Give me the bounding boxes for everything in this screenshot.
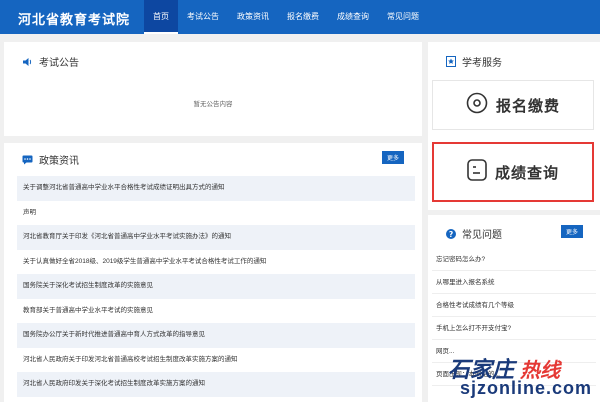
policy-title: 政策资讯: [22, 152, 79, 167]
faq-title-text: 常见问题: [462, 230, 502, 241]
announcement-title-text: 考试公告: [39, 58, 79, 69]
nav-score-query[interactable]: 成绩查询: [328, 0, 378, 34]
list-item[interactable]: 从哪里进入报名系统: [432, 271, 596, 294]
site-logo[interactable]: 河北省教育考试院: [18, 9, 130, 28]
policy-panel: 政策资讯 更多 关于调整河北省普通高中学业水平合格性考试成绩证明出具方式的通知 …: [4, 143, 422, 402]
document-icon: [467, 158, 487, 186]
faq-more-button[interactable]: 更多: [561, 225, 584, 238]
watermark-domain: sjzonline.com: [460, 378, 593, 398]
main-nav: 首页 考试公告 政策资讯 报名缴费 成绩查询 常见问题: [144, 0, 428, 34]
list-item[interactable]: 河北省教育厅关于印发《河北省普通高中学业水平考试实施办法》的通知: [17, 225, 415, 250]
list-item[interactable]: 教育部关于普通高中学业水平考试的实施意见: [17, 299, 415, 324]
nav-home[interactable]: 首页: [144, 0, 178, 34]
score-query-label: 成绩查询: [494, 164, 559, 182]
list-item[interactable]: 国务院办公厅关于新时代推进普通高中育人方式改革的指导意见: [17, 323, 415, 348]
list-item[interactable]: 河北省人民政府印发关于深化考试招生制度改革实施方案的通知: [17, 372, 415, 397]
svg-text:?: ?: [449, 229, 453, 238]
list-item[interactable]: 关于调整河北省普通高中学业水平合格性考试成绩证明出具方式的通知: [17, 176, 415, 201]
nav-registration-payment[interactable]: 报名缴费: [278, 0, 328, 34]
target-icon: [466, 92, 488, 119]
list-item[interactable]: 河北省人民政府关于印发河北省普通高校考试招生制度改革实施方案的通知: [17, 348, 415, 373]
announcement-title: 考试公告: [22, 54, 79, 69]
service-panel: 学考服务 报名缴费 成绩查询: [428, 42, 600, 210]
speaker-icon: [22, 57, 33, 67]
registration-payment-button[interactable]: 报名缴费: [432, 80, 594, 130]
service-title: 学考服务: [446, 54, 502, 69]
policy-title-text: 政策资讯: [39, 156, 79, 167]
list-item[interactable]: 手机上怎么打不开支付宝?: [432, 317, 596, 340]
announcement-empty-text: 暂无公告内容: [193, 101, 233, 108]
service-title-text: 学考服务: [462, 58, 502, 69]
top-header: 河北省教育考试院 首页 考试公告 政策资讯 报名缴费 成绩查询 常见问题: [0, 0, 600, 34]
registration-payment-label: 报名缴费: [495, 97, 560, 115]
score-query-button[interactable]: 成绩查询: [432, 142, 594, 202]
list-item[interactable]: 忘记密码怎么办?: [432, 248, 596, 271]
list-item[interactable]: 国务院关于深化考试招生制度改革的实施意见: [17, 274, 415, 299]
policy-more-button[interactable]: 更多: [382, 151, 405, 164]
nav-exam-announcements[interactable]: 考试公告: [178, 0, 228, 34]
watermark-logo: 石家庄 热线 sjzonline.com: [448, 352, 600, 402]
star-badge-icon: [446, 56, 456, 67]
nav-faq[interactable]: 常见问题: [378, 0, 428, 34]
chat-bubble-icon: [22, 155, 33, 165]
faq-title: ? 常见问题: [446, 226, 502, 241]
announcement-panel: 考试公告 暂无公告内容: [4, 42, 422, 136]
list-item[interactable]: 合格性考试成绩有几个等级: [432, 294, 596, 317]
question-icon: ?: [446, 228, 456, 239]
list-item[interactable]: 声明: [17, 201, 415, 226]
nav-policy-news[interactable]: 政策资讯: [228, 0, 278, 34]
list-item[interactable]: 关于认真做好全省2018级、2019级学生普通高中学业水平考试合格性考试工作的通…: [17, 250, 415, 275]
policy-news-list: 关于调整河北省普通高中学业水平合格性考试成绩证明出具方式的通知 声明 河北省教育…: [17, 176, 415, 397]
